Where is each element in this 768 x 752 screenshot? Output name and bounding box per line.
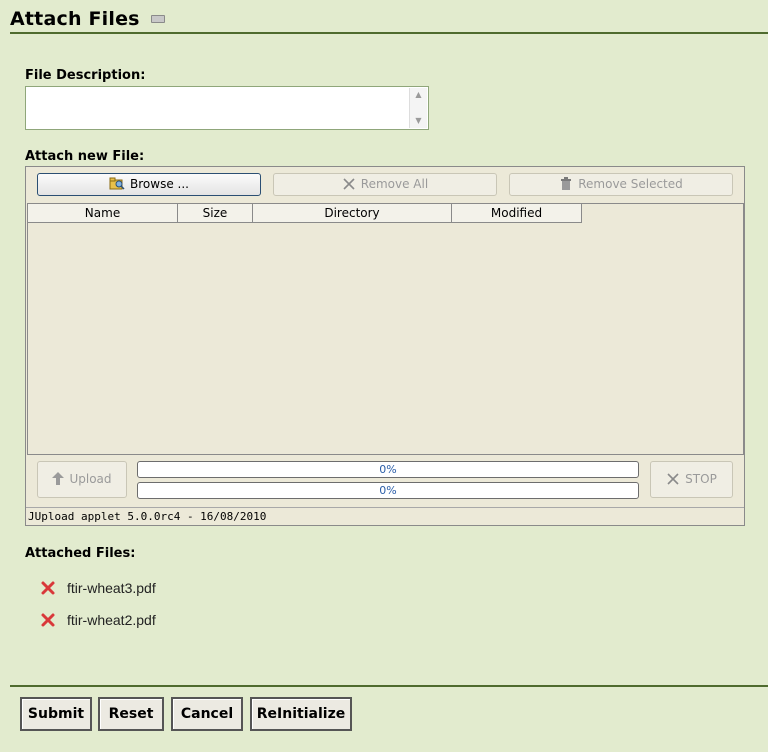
reset-button[interactable]: Reset: [98, 697, 164, 731]
scroll-down-icon[interactable]: ▼: [410, 114, 427, 128]
page-header: Attach Files: [10, 6, 768, 34]
browse-button-label: Browse ...: [130, 177, 189, 191]
footer-divider: [10, 685, 768, 687]
submit-button[interactable]: Submit: [20, 697, 92, 731]
page-title: Attach Files: [10, 8, 140, 30]
reinitialize-button[interactable]: ReInitialize: [250, 697, 352, 731]
attached-files-label: Attached Files:: [25, 546, 136, 561]
description-scrollbar[interactable]: ▲ ▼: [409, 88, 427, 128]
upload-label: Upload: [69, 472, 112, 486]
delete-x-icon[interactable]: [40, 580, 56, 596]
file-description-label: File Description:: [25, 68, 146, 83]
stop-x-icon: [667, 472, 679, 485]
jupload-applet: Browse ... Remove All Remove Selected Na…: [25, 166, 745, 526]
upload-status-row: Upload 0% 0% STOP: [37, 461, 733, 499]
remove-selected-button[interactable]: Remove Selected: [509, 173, 733, 196]
column-header-modified[interactable]: Modified: [452, 204, 582, 223]
file-table[interactable]: Name Size Directory Modified: [27, 203, 744, 455]
upload-arrow-icon: [52, 471, 65, 485]
remove-all-label: Remove All: [360, 177, 429, 191]
browse-button[interactable]: Browse ...: [37, 173, 261, 196]
cancel-button[interactable]: Cancel: [171, 697, 243, 731]
file-table-header: Name Size Directory Modified: [28, 204, 582, 223]
scroll-up-icon[interactable]: ▲: [410, 88, 427, 102]
trash-icon: [561, 176, 572, 190]
attached-file-item: ftir-wheat3.pdf: [40, 578, 156, 598]
applet-version-status: JUpload applet 5.0.0rc4 - 16/08/2010: [26, 507, 744, 525]
progress-bar-2: 0%: [137, 482, 639, 499]
column-header-directory[interactable]: Directory: [253, 204, 452, 223]
attached-file-name[interactable]: ftir-wheat2.pdf: [67, 612, 156, 628]
attach-new-file-label: Attach new File:: [25, 149, 145, 164]
upload-button[interactable]: Upload: [37, 461, 127, 498]
browse-folder-icon: [109, 177, 125, 190]
remove-all-x-icon: [343, 177, 355, 190]
attached-file-name[interactable]: ftir-wheat3.pdf: [67, 580, 156, 596]
stop-button[interactable]: STOP: [650, 461, 733, 498]
progress-bar-1: 0%: [137, 461, 639, 478]
remove-all-button[interactable]: Remove All: [273, 173, 497, 196]
stop-label: STOP: [685, 472, 717, 486]
column-header-size[interactable]: Size: [178, 204, 253, 223]
remove-selected-label: Remove Selected: [578, 177, 683, 191]
column-header-name[interactable]: Name: [28, 204, 178, 223]
print-icon[interactable]: [151, 15, 165, 23]
attached-file-item: ftir-wheat2.pdf: [40, 610, 156, 630]
delete-x-icon[interactable]: [40, 612, 56, 628]
file-description-textarea[interactable]: ▲ ▼: [25, 86, 429, 130]
